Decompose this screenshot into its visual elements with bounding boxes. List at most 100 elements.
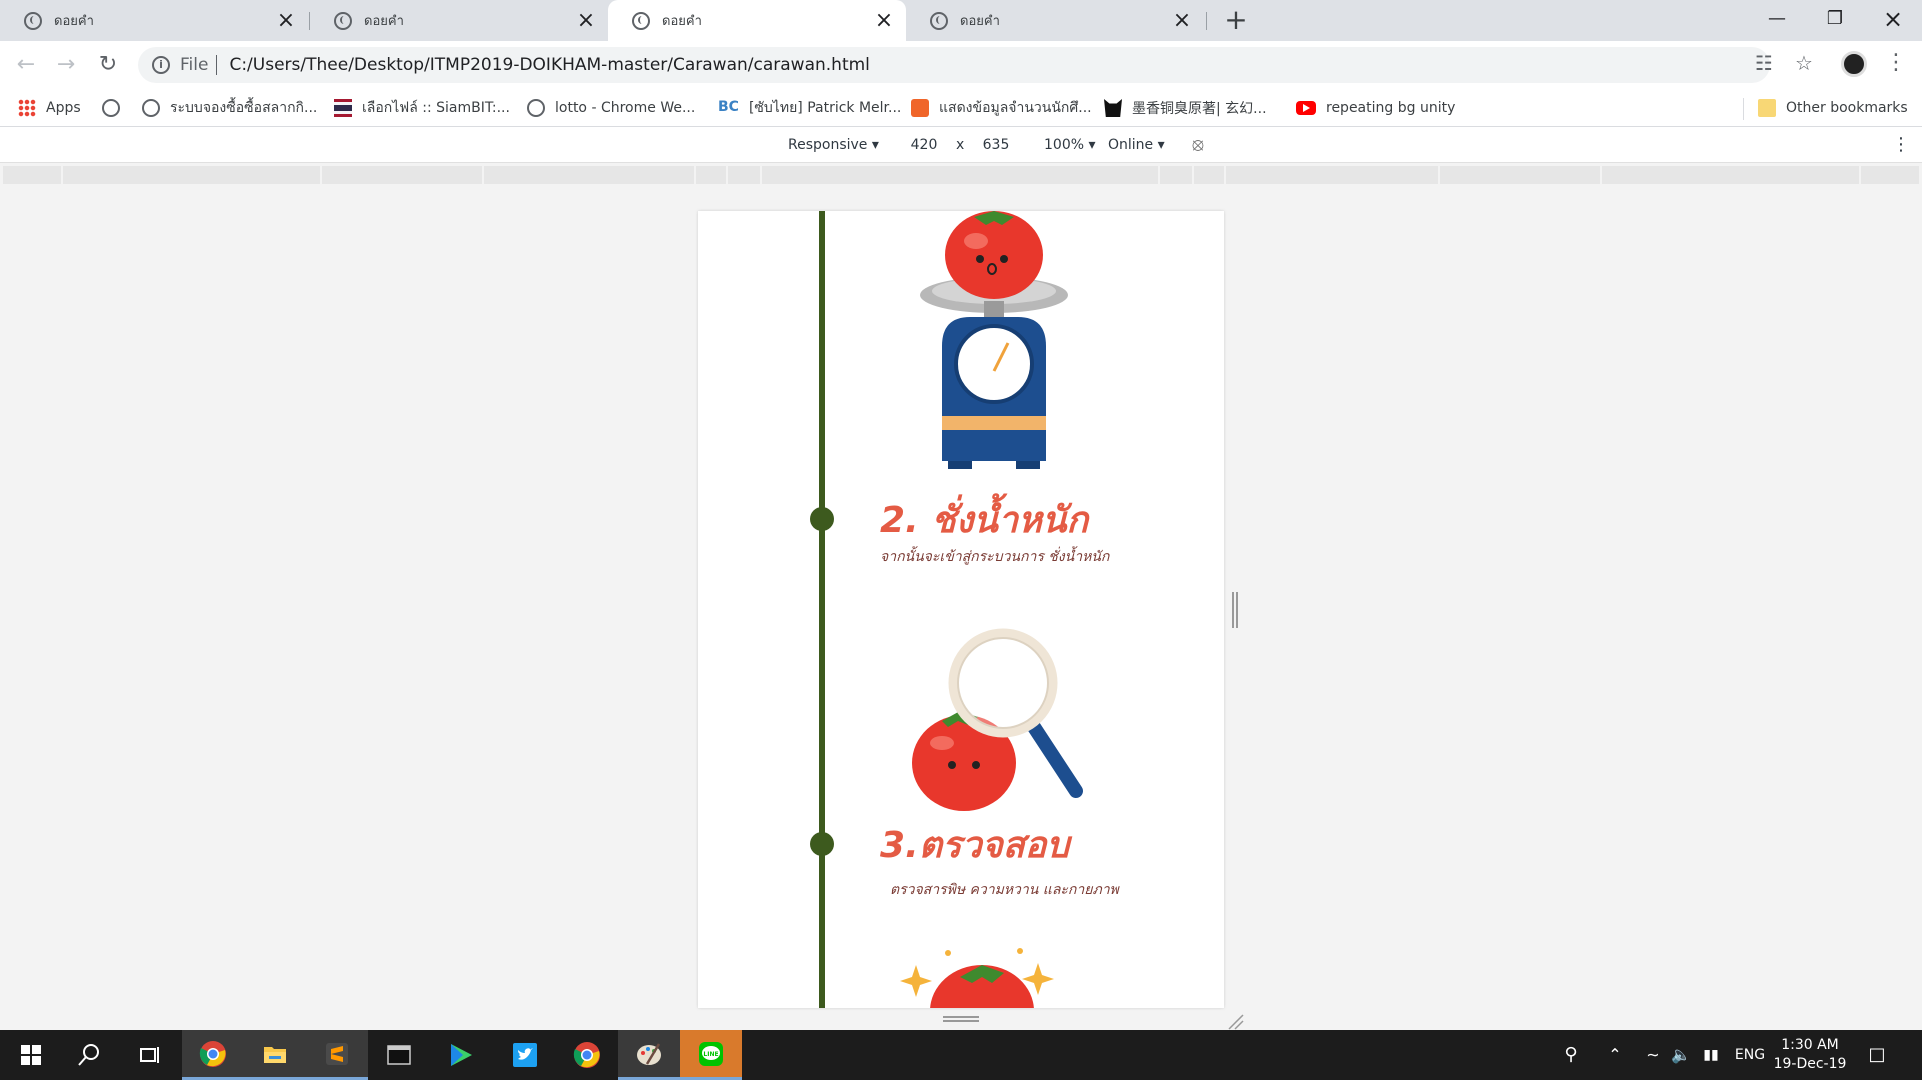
bookmark-divider [1743,98,1744,120]
tab-title: ดอยคำ [54,14,94,29]
bc-icon: BC [718,99,739,115]
network-label: Online [1108,137,1154,153]
minimize-icon[interactable]: — [1748,0,1806,41]
width-input[interactable]: 420 [896,134,952,156]
taskbar-chrome-active[interactable] [182,1030,244,1080]
media-query-segment[interactable] [322,166,482,184]
bookmark-students[interactable]: แสดงข้อมูลจำนวนนักศึ... [911,89,1092,127]
taskbar-play[interactable] [430,1030,492,1080]
media-query-segment[interactable] [1602,166,1859,184]
svg-text:LINE: LINE [703,1051,718,1058]
media-query-segment[interactable] [728,166,760,184]
media-query-segment[interactable] [762,166,1158,184]
timeline-dot [810,832,834,856]
back-arrow-icon[interactable]: ← [10,49,42,81]
resize-handle-right[interactable] [1232,592,1238,628]
tab-1[interactable]: ดอยคำ × [0,0,308,41]
bookmark-label: lotto - Chrome We... [555,100,696,116]
search-button[interactable] [58,1030,120,1080]
taskbar-line[interactable]: LINE [680,1030,742,1080]
translate-icon[interactable]: ☷ [1750,49,1778,77]
height-input[interactable]: 635 [968,134,1024,156]
taskbar-sublime[interactable] [306,1030,368,1080]
network-select[interactable]: Online ▾ [1108,127,1165,163]
media-query-segment[interactable] [1226,166,1438,184]
close-icon[interactable]: × [576,9,596,31]
bookmark-lottery[interactable]: ระบบจองซื้อซื้อสลากกิ... [142,89,317,127]
star-icon[interactable]: ☆ [1790,49,1818,77]
taskbar-file-explorer[interactable] [244,1030,306,1080]
bookmark-unity[interactable]: repeating bg unity [1296,89,1455,127]
tab-3-active[interactable]: ดอยคำ × [608,0,906,41]
taskbar-twitter[interactable] [494,1030,556,1080]
task-view-button[interactable] [118,1030,180,1080]
bookmark-lotto[interactable]: lotto - Chrome We... [527,89,695,127]
menu-kebab-icon[interactable]: ⋮ [1882,49,1910,77]
device-toolbar: Responsive ▾ 420 x 635 100% ▾ Online ▾ ⦻… [0,127,1922,163]
step-title: 3.ตรวจสอบ [880,825,1070,866]
tab-2[interactable]: ดอยคำ × [310,0,608,41]
step-title: 2. ชั่งน้ำหนัก [880,500,1089,541]
media-query-segment[interactable] [3,166,61,184]
media-query-segment[interactable] [696,166,726,184]
address-bar[interactable]: i File C:/Users/Thee/Desktop/ITMP2019-DO… [138,47,1770,83]
taskbar-chrome-2[interactable] [556,1030,618,1080]
language-indicator[interactable]: ENG [1730,1030,1770,1080]
apps-icon [18,99,36,117]
clock[interactable]: 1:30 AM 19-Dec-19 [1772,1030,1848,1080]
notification-icon[interactable]: □ [1862,1030,1892,1080]
tab-4[interactable]: ดอยคำ × [906,0,1204,41]
forward-arrow-icon[interactable]: → [50,49,82,81]
close-icon[interactable]: × [874,9,894,31]
media-query-segment[interactable] [1861,166,1919,184]
device-select[interactable]: Responsive ▾ [788,127,879,163]
start-button[interactable] [0,1030,62,1080]
tab-title: ดอยคำ [364,14,404,29]
bookmark-apps[interactable]: Apps [18,89,81,127]
globe-icon [527,99,545,117]
media-query-segment[interactable] [484,166,694,184]
paint-icon [637,1042,661,1065]
tab-divider [1206,12,1207,30]
thai-flag-icon [334,99,352,117]
other-bookmarks[interactable]: Other bookmarks [1758,89,1908,127]
url-scheme: File [180,55,218,75]
devtools-menu-icon[interactable]: ⋮ [1892,127,1910,163]
bookmark-label: Apps [46,100,81,116]
media-query-segment[interactable] [1440,166,1600,184]
close-icon[interactable]: × [1172,9,1192,31]
wifi-icon[interactable]: ∼ [1640,1030,1666,1080]
dimension-separator: x [956,137,965,153]
window-close-icon[interactable]: × [1864,0,1922,41]
tab-title: ดอยคำ [960,14,1000,29]
restore-icon[interactable]: ❐ [1806,0,1864,41]
bookmark-label: ระบบจองซื้อซื้อสลากกิ... [170,100,318,116]
info-icon[interactable]: i [152,56,170,74]
zoom-select[interactable]: 100% ▾ [1044,127,1096,163]
volume-icon[interactable]: 🔈 [1668,1030,1694,1080]
resize-corner-icon[interactable] [1226,1012,1244,1030]
bookmark-patrick[interactable]: BC [ซับไทย] Patrick Melr... [718,89,901,127]
globe-icon [102,99,120,117]
media-query-segment[interactable] [63,166,320,184]
taskbar-paint[interactable] [618,1030,680,1080]
avatar[interactable] [1841,51,1867,77]
toolbar: ← → ↻ i File C:/Users/Thee/Desktop/ITMP2… [0,41,1922,89]
close-icon[interactable]: × [276,9,296,31]
bookmark-globe[interactable] [102,89,130,127]
media-query-segment[interactable] [1194,166,1224,184]
step-subtitle: จากนั้นจะเข้าสู่กระบวนการ ชั่งน้ำหนัก [880,549,1110,565]
chevron-up-icon[interactable]: ⌃ [1602,1030,1628,1080]
media-query-segment[interactable] [1160,166,1192,184]
resize-handle-bottom[interactable] [943,1016,979,1022]
reload-icon[interactable]: ↻ [92,49,124,81]
plus-icon[interactable]: + [1220,5,1252,37]
bookmark-siambit[interactable]: เลือกไฟล์ :: SiamBIT:... [334,89,510,127]
battery-icon[interactable]: ▮▮ [1698,1030,1724,1080]
rotate-icon[interactable]: ⦻ [1192,127,1204,163]
bookmark-novel[interactable]: 墨香铜臭原著| 玄幻... [1104,89,1267,127]
people-icon[interactable]: ⚲ [1556,1030,1586,1080]
url-text[interactable]: C:/Users/Thee/Desktop/ITMP2019-DOIKHAM-m… [229,55,869,75]
cat-icon [1104,99,1122,117]
taskbar-terminal[interactable] [368,1030,430,1080]
